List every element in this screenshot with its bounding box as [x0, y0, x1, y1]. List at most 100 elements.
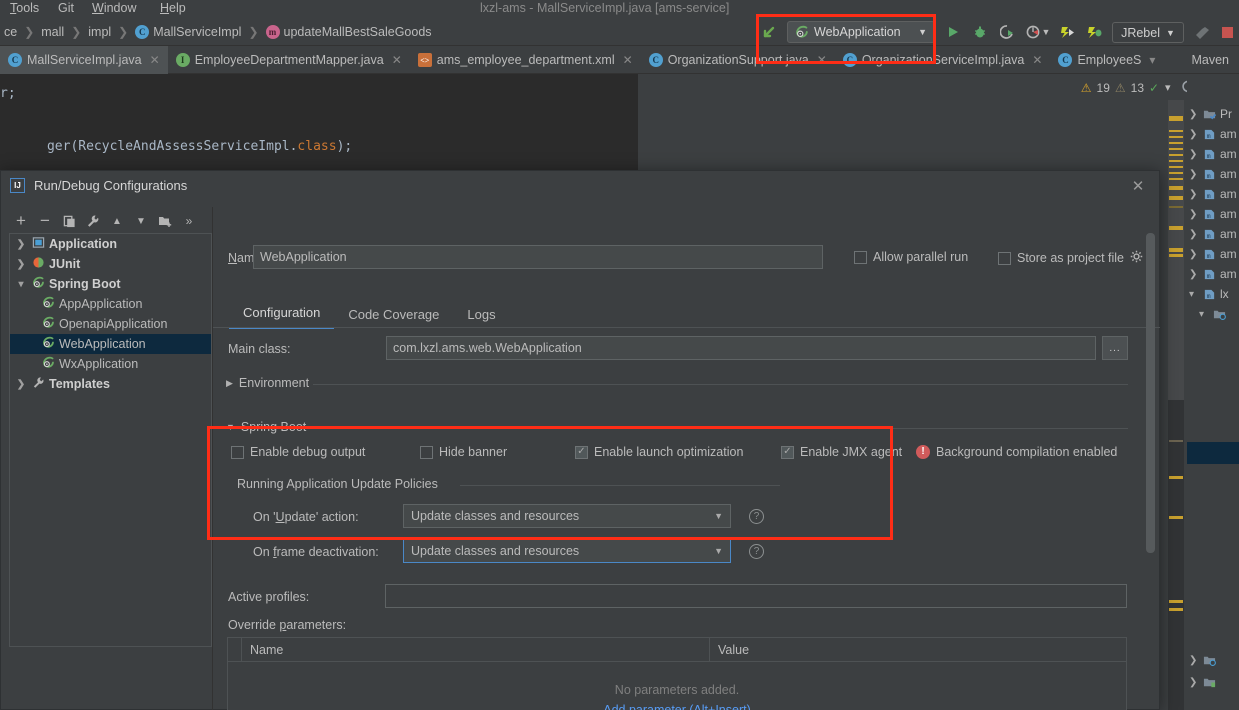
chevron-down-icon[interactable]: ▾ — [14, 279, 28, 290]
chevron-right-icon[interactable]: ❯ — [1189, 169, 1199, 180]
close-icon[interactable]: ✕ — [1032, 53, 1042, 67]
menu-item-git[interactable]: Git — [58, 1, 74, 15]
chevron-down-icon[interactable]: ▼ — [714, 511, 726, 521]
maven-tree-row[interactable]: ❯ — [1187, 672, 1239, 692]
enable-jmx-agent-checkbox[interactable]: ✓ Enable JMX agent — [781, 445, 902, 459]
spring-boot-section-header[interactable]: ▼ Spring Boot — [226, 420, 306, 434]
chevron-right-icon[interactable]: ❯ — [14, 379, 28, 390]
gear-icon[interactable] — [1130, 250, 1143, 266]
chevron-down-icon[interactable]: ▼ — [714, 546, 726, 556]
move-down-icon[interactable]: ▼ — [129, 209, 153, 233]
allow-parallel-run-checkbox[interactable]: Allow parallel run — [854, 250, 968, 264]
add-icon[interactable]: + — [9, 209, 33, 233]
breadcrumb-item-2[interactable]: impl — [88, 25, 111, 39]
hammer-icon[interactable] — [1192, 21, 1214, 43]
breadcrumb-item-1[interactable]: mall — [41, 25, 64, 39]
chevron-down-icon[interactable]: ▼ — [1166, 28, 1175, 38]
close-icon[interactable]: ✕ — [623, 53, 633, 67]
tree-item-web-application[interactable]: WebApplication — [10, 334, 211, 354]
editor-scrollbar-gutter[interactable] — [1168, 100, 1184, 710]
chevron-right-icon[interactable]: ❯ — [1189, 269, 1199, 280]
editor-tab-OrganizationSupport[interactable]: C OrganizationSupport.java ✕ — [641, 46, 835, 74]
chevron-right-icon[interactable]: ❯ — [1189, 249, 1199, 260]
run-with-coverage-icon[interactable] — [996, 21, 1018, 43]
tab-code-coverage[interactable]: Code Coverage — [334, 307, 453, 329]
maven-tree-row[interactable]: ❯ — [1187, 650, 1239, 670]
hide-banner-checkbox[interactable]: Hide banner — [420, 445, 507, 459]
maven-tree-row[interactable]: ❯ m am — [1187, 204, 1239, 224]
stop-icon[interactable] — [1216, 21, 1238, 43]
run-icon[interactable] — [942, 21, 964, 43]
tree-item-app-application[interactable]: AppApplication — [10, 294, 211, 314]
override-parameters-table[interactable]: Name Value No parameters added. Add para… — [227, 637, 1127, 710]
tree-item-wx-application[interactable]: WxApplication — [10, 354, 211, 374]
maven-tree-row[interactable]: ▾ — [1187, 304, 1239, 324]
jrebel-selector[interactable]: JRebel ▼ — [1112, 22, 1184, 43]
edit-templates-icon[interactable] — [81, 209, 105, 233]
chevron-down-icon[interactable]: ▼ — [226, 422, 235, 432]
maven-tree-row[interactable]: ❯ m am — [1187, 264, 1239, 284]
editor-tab-EmployeeS[interactable]: C EmployeeS ▾ — [1050, 46, 1163, 74]
tab-configuration[interactable]: Configuration — [229, 305, 335, 329]
menu-item-tools[interactable]: Tools — [10, 1, 39, 15]
tree-item-openapi-application[interactable]: OpenapiApplication — [10, 314, 211, 334]
close-icon[interactable]: ✕ — [150, 53, 160, 67]
enable-debug-output-checkbox[interactable]: Enable debug output — [231, 445, 365, 459]
checkbox-box[interactable]: ✓ — [781, 445, 794, 459]
back-arrow-icon[interactable] — [758, 21, 780, 43]
breadcrumb-item-3[interactable]: MallServiceImpl — [153, 25, 241, 39]
code-editor[interactable]: r; ger(RecycleAndAssessServiceImpl.class… — [0, 74, 638, 170]
jrebel-run-icon[interactable] — [1057, 21, 1079, 43]
chevron-down-icon[interactable]: ▾ — [1189, 289, 1199, 300]
name-input[interactable]: WebApplication — [253, 245, 823, 269]
environment-section-header[interactable]: ▶ Environment — [226, 376, 309, 390]
editor-tab-ams-employee-department-xml[interactable]: <> ams_employee_department.xml ✕ — [410, 46, 641, 74]
close-icon[interactable]: ✕ — [392, 53, 402, 67]
tree-item-templates[interactable]: ❯ Templates — [10, 374, 211, 394]
maven-tree-row[interactable]: ❯ m am — [1187, 244, 1239, 264]
chevron-down-icon[interactable]: ▾ — [1149, 53, 1155, 67]
add-parameter-link[interactable]: Add parameter — [603, 703, 686, 710]
column-header-name[interactable]: Name — [242, 638, 710, 661]
maven-tree-row[interactable]: ❯ m am — [1187, 144, 1239, 164]
maven-tree-row[interactable]: ❯ m am — [1187, 124, 1239, 144]
run-configuration-selector[interactable]: WebApplication ▼ — [787, 21, 935, 43]
checkbox-box[interactable] — [420, 445, 433, 459]
main-class-browse-button[interactable]: ... — [1102, 336, 1128, 360]
chevron-down-icon[interactable]: ▾ — [1199, 309, 1209, 320]
copy-icon[interactable] — [57, 209, 81, 233]
menu-item-help[interactable]: Help — [160, 1, 186, 15]
tool-window-label-maven[interactable]: Maven — [1191, 46, 1229, 74]
main-class-input[interactable]: com.lxzl.ams.web.WebApplication — [386, 336, 1096, 360]
editor-tab-MallServiceImpl[interactable]: C MallServiceImpl.java ✕ — [0, 46, 168, 74]
maven-tree-row[interactable]: ❯ m am — [1187, 184, 1239, 204]
chevron-right-icon[interactable]: ❯ — [1189, 655, 1199, 666]
chevron-right-icon[interactable]: ❯ — [1189, 189, 1199, 200]
chevron-down-icon[interactable]: ▼ — [918, 27, 927, 37]
chevron-down-icon[interactable]: ▼ — [1040, 21, 1052, 43]
on-update-action-combo[interactable]: Update classes and resources ▼ — [403, 504, 731, 528]
more-icon[interactable]: » — [177, 209, 201, 233]
chevron-right-icon[interactable]: ❯ — [1189, 677, 1199, 688]
store-as-project-file-checkbox[interactable]: Store as project file — [998, 250, 1143, 266]
chevron-right-icon[interactable]: ▶ — [226, 378, 233, 389]
chevron-right-icon[interactable]: ❯ — [1189, 229, 1199, 240]
menu-item-window[interactable]: Window — [92, 1, 136, 15]
maven-tree-row-selected[interactable] — [1187, 442, 1239, 464]
move-up-icon[interactable]: ▲ — [105, 209, 129, 233]
help-icon[interactable]: ? — [749, 544, 764, 559]
maven-tree-row[interactable]: ❯ m am — [1187, 224, 1239, 244]
dialog-scrollbar[interactable] — [1146, 233, 1155, 701]
maven-tree-row[interactable]: ❯ Pr — [1187, 104, 1239, 124]
chevron-right-icon[interactable]: ❯ — [1189, 149, 1199, 160]
tab-logs[interactable]: Logs — [453, 307, 509, 329]
chevron-right-icon[interactable]: ❯ — [1189, 209, 1199, 220]
breadcrumb-item-0[interactable]: ce — [0, 25, 17, 39]
chevron-right-icon[interactable]: ❯ — [14, 239, 28, 250]
tree-item-spring-boot[interactable]: ▾ Spring Boot — [10, 274, 211, 294]
editor-tab-OrganizationServiceImpl[interactable]: C OrganizationServiceImpl.java ✕ — [835, 46, 1051, 74]
editor-tab-EmployeeDepartmentMapper[interactable]: I EmployeeDepartmentMapper.java ✕ — [168, 46, 410, 74]
on-frame-deactivation-combo[interactable]: Update classes and resources ▼ — [403, 539, 731, 563]
checkbox-box[interactable] — [231, 445, 244, 459]
configuration-tree[interactable]: ❯ Application ❯ JUnit ▾ Spring Boot AppA… — [9, 233, 212, 647]
